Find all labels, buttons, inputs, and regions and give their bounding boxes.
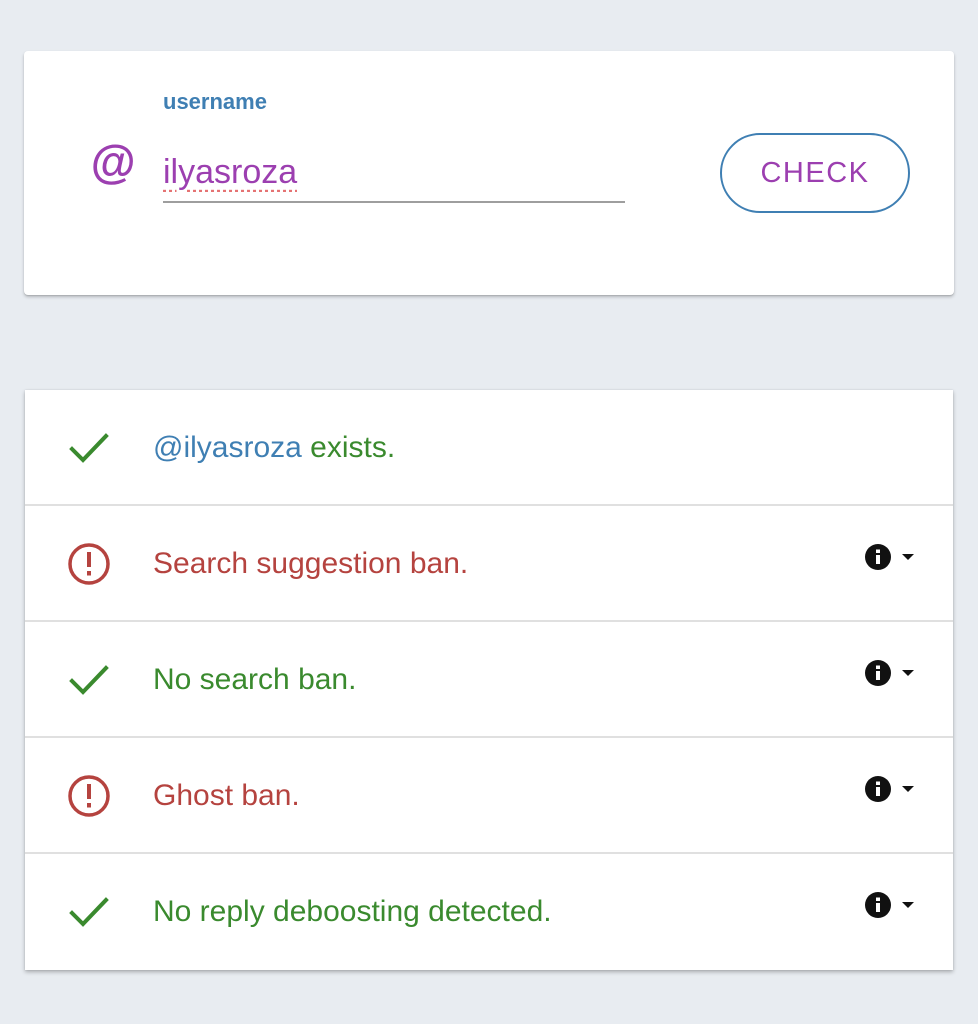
result-text: @ilyasroza exists. [153,428,395,468]
alert-circle-icon [68,543,110,585]
check-button[interactable]: CHECK [720,133,910,213]
check-icon [69,433,109,463]
result-text: No reply deboosting detected. [153,895,552,928]
username-field-label: username [163,89,267,114]
details-toggle[interactable] [864,658,915,688]
result-row-search-ban: No search ban. [25,622,953,738]
result-row-exists: @ilyasroza exists. [25,390,953,506]
details-toggle[interactable] [864,542,915,572]
username-input[interactable] [163,143,625,203]
caret-down-icon[interactable] [901,552,915,562]
caret-down-icon[interactable] [901,668,915,678]
result-text: Search suggestion ban. [153,547,469,580]
result-text: No search ban. [153,663,357,696]
alert-circle-icon [68,775,110,817]
result-text: Ghost ban. [153,779,300,812]
details-toggle[interactable] [864,890,915,920]
caret-down-icon[interactable] [901,784,915,794]
caret-down-icon[interactable] [901,900,915,910]
username-handle: @ilyasroza [153,431,302,464]
result-row-ghost-ban: Ghost ban. [25,738,953,854]
check-icon [69,897,109,927]
info-icon[interactable] [864,659,892,687]
info-icon[interactable] [864,775,892,803]
at-sign-icon: @ [90,136,135,188]
result-status-text: exists. [301,431,396,464]
details-toggle[interactable] [864,774,915,804]
result-row-search-suggestion-ban: Search suggestion ban. [25,506,953,622]
info-icon[interactable] [864,543,892,571]
info-icon[interactable] [864,891,892,919]
result-row-reply-deboosting: No reply deboosting detected. [25,854,953,970]
check-icon [69,665,109,695]
results-list: @ilyasroza exists. Search suggestion ban… [25,390,953,970]
username-search-card: @ username CHECK [24,51,954,295]
